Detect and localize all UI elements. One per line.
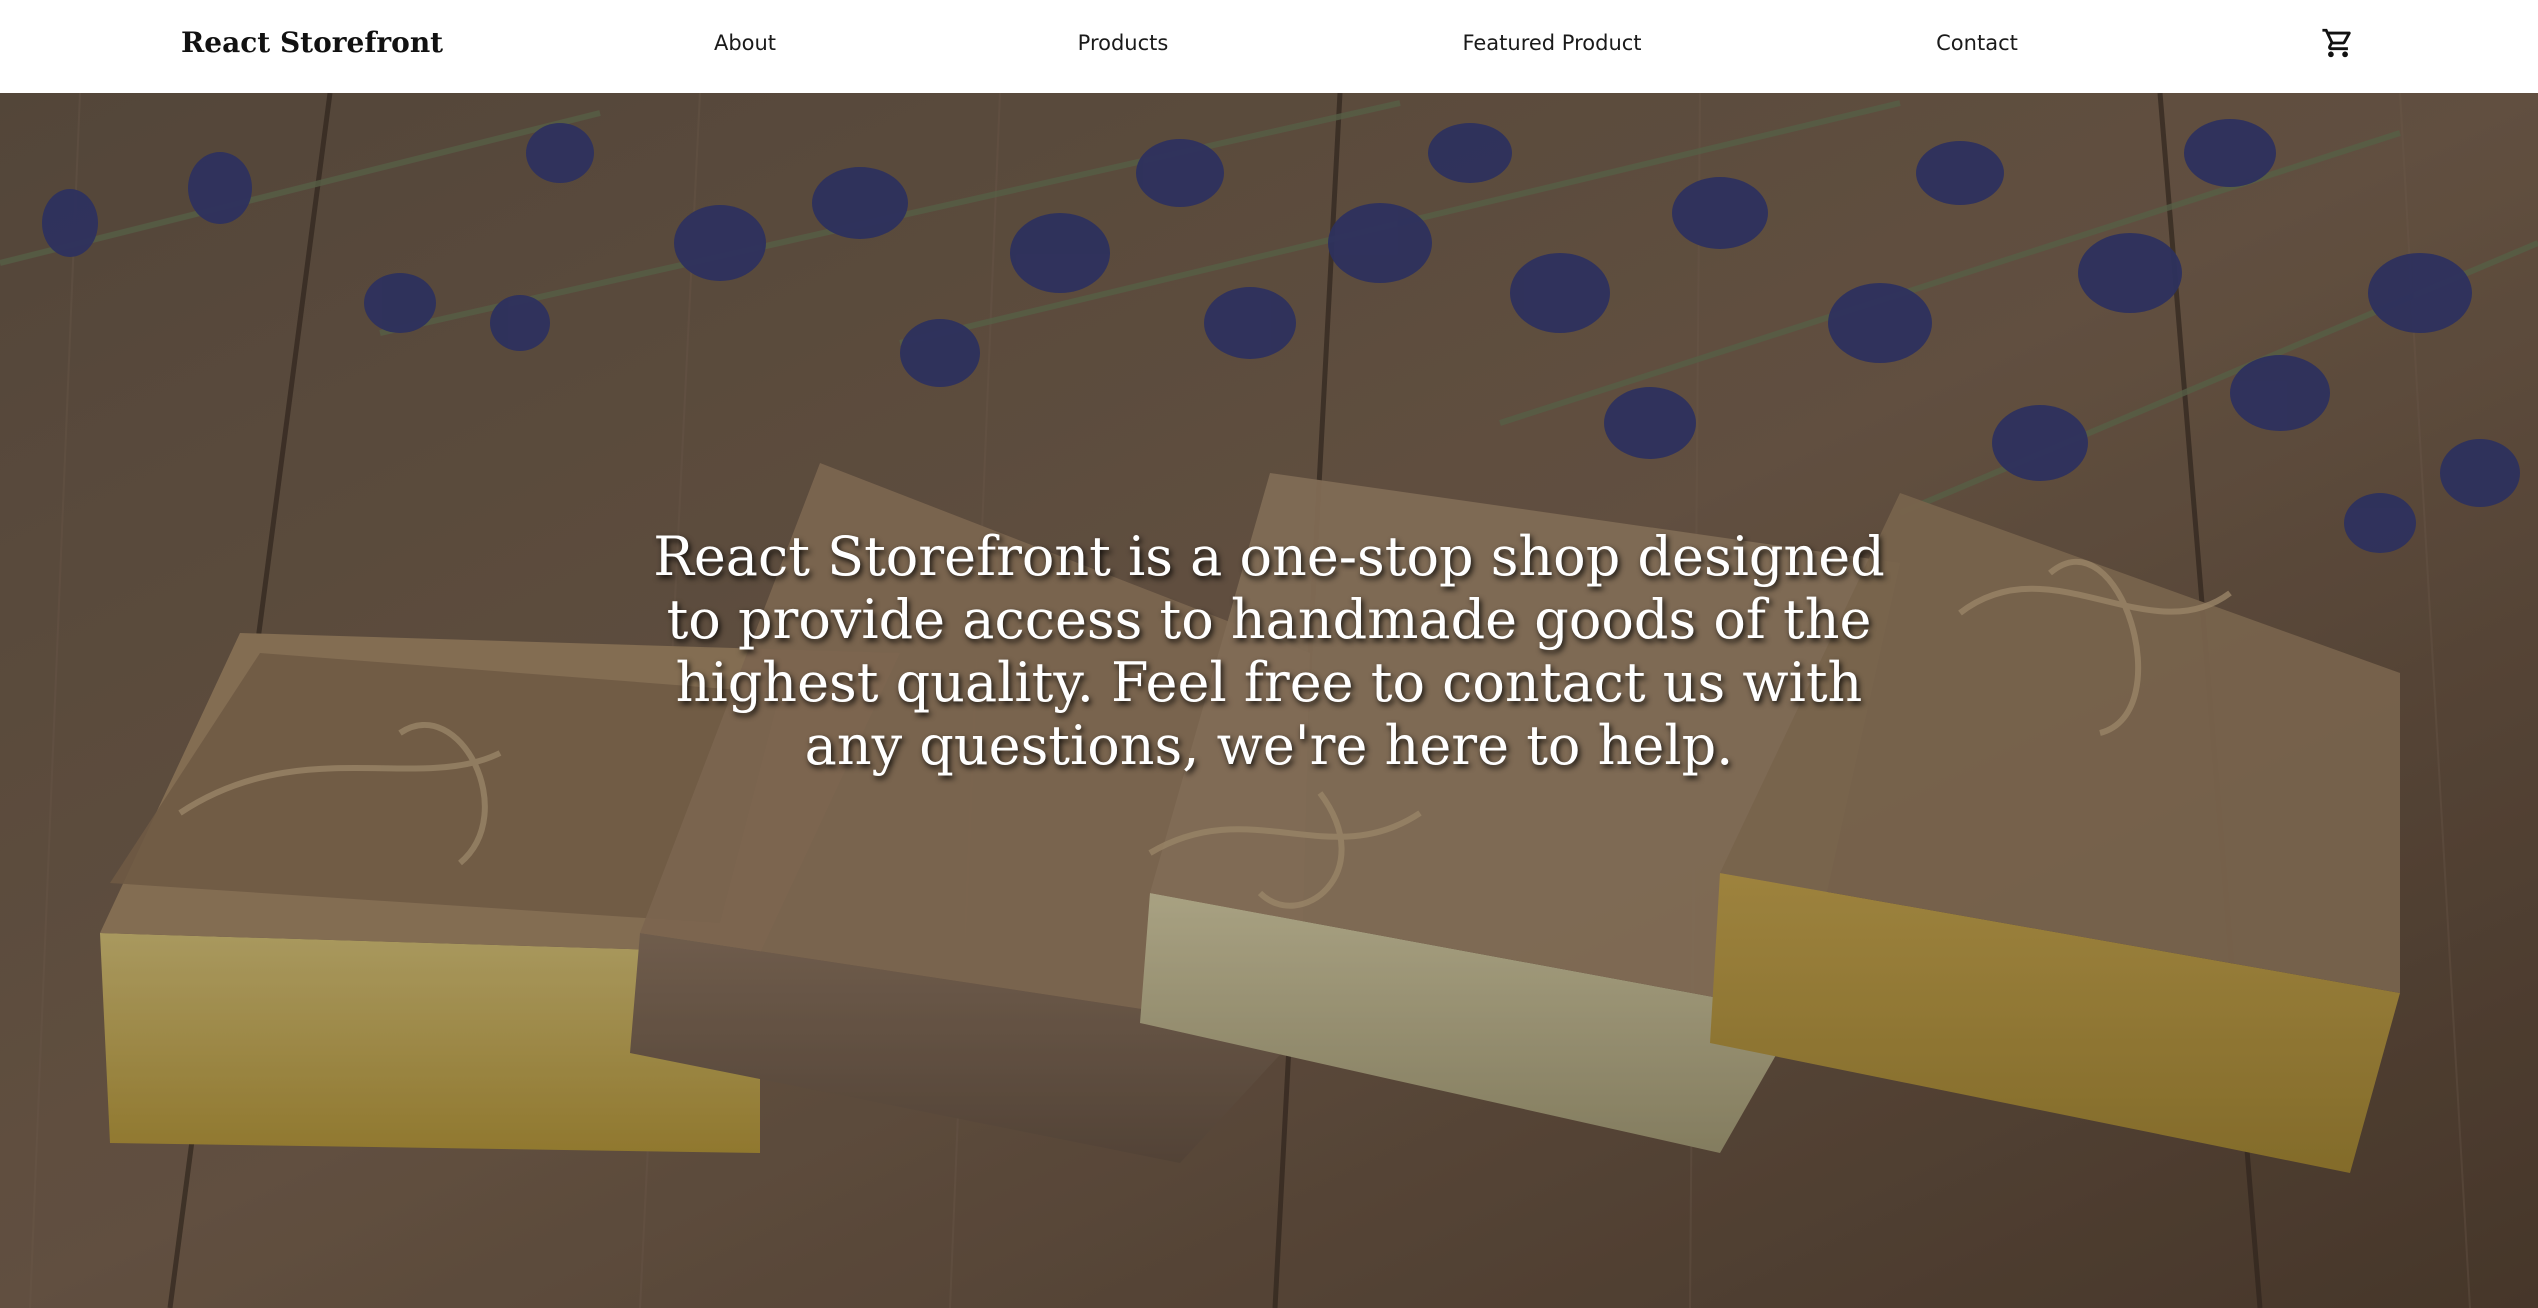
brand-logo-link[interactable]: React Storefront xyxy=(181,26,443,59)
hero-section: React Storefront is a one-stop shop desi… xyxy=(0,93,2538,1308)
hero-tagline: React Storefront is a one-stop shop desi… xyxy=(653,525,1885,777)
nav-link-about[interactable]: About xyxy=(714,31,776,55)
nav-link-featured-product[interactable]: Featured Product xyxy=(1462,31,1641,55)
cart-button[interactable] xyxy=(2321,26,2355,60)
top-navbar: React Storefront About Products Featured… xyxy=(0,0,2538,93)
nav-link-products[interactable]: Products xyxy=(1078,31,1169,55)
nav-link-contact[interactable]: Contact xyxy=(1936,31,2018,55)
shopping-cart-icon xyxy=(2322,28,2351,58)
